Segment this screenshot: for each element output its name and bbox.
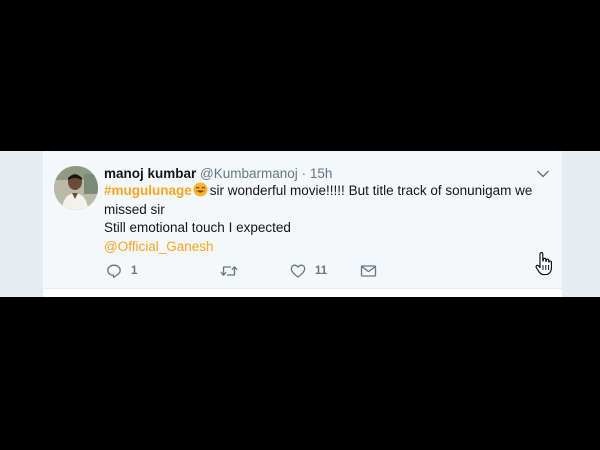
direct-message-button[interactable] (360, 263, 377, 279)
retweet-icon (220, 266, 238, 276)
chevron-down-icon (537, 170, 549, 178)
author-handle[interactable]: @Kumbarmanoj (200, 166, 298, 181)
smiling-face-emoji (193, 182, 208, 197)
mention-link[interactable]: @Official_Ganesh (104, 239, 214, 254)
retweet-button[interactable] (220, 263, 247, 279)
next-tweet-edge (43, 289, 562, 297)
author-name[interactable]: manoj kumbar (104, 166, 196, 181)
avatar-photo (54, 166, 98, 210)
heart-icon (290, 264, 306, 278)
header-separator: · (301, 166, 307, 181)
tweet-timestamp[interactable]: 15h (310, 166, 333, 181)
reply-count: 1 (131, 265, 138, 277)
tweet-text-line2: Still emotional touch I expected (104, 220, 291, 235)
tweet-text: #mugulunage sir wonderful movie!!!!! But … (104, 182, 556, 256)
like-button[interactable]: 11 (290, 263, 327, 279)
envelope-icon (360, 265, 377, 277)
reply-icon (107, 264, 121, 279)
like-count: 11 (315, 265, 328, 277)
hashtag-link[interactable]: #mugulunage (104, 183, 192, 198)
more-options-button[interactable] (536, 167, 550, 181)
screen: manoj kumbar @Kumbarmanoj · 15h #mugulun… (0, 0, 600, 450)
reply-button[interactable]: 1 (106, 263, 137, 279)
avatar[interactable] (54, 166, 98, 210)
tweet-card[interactable]: manoj kumbar @Kumbarmanoj · 15h #mugulun… (43, 151, 562, 289)
tweet-header: manoj kumbar @Kumbarmanoj · 15h (104, 165, 332, 183)
hand-pointer-cursor (535, 252, 553, 276)
hand-cursor-icon (535, 252, 552, 276)
